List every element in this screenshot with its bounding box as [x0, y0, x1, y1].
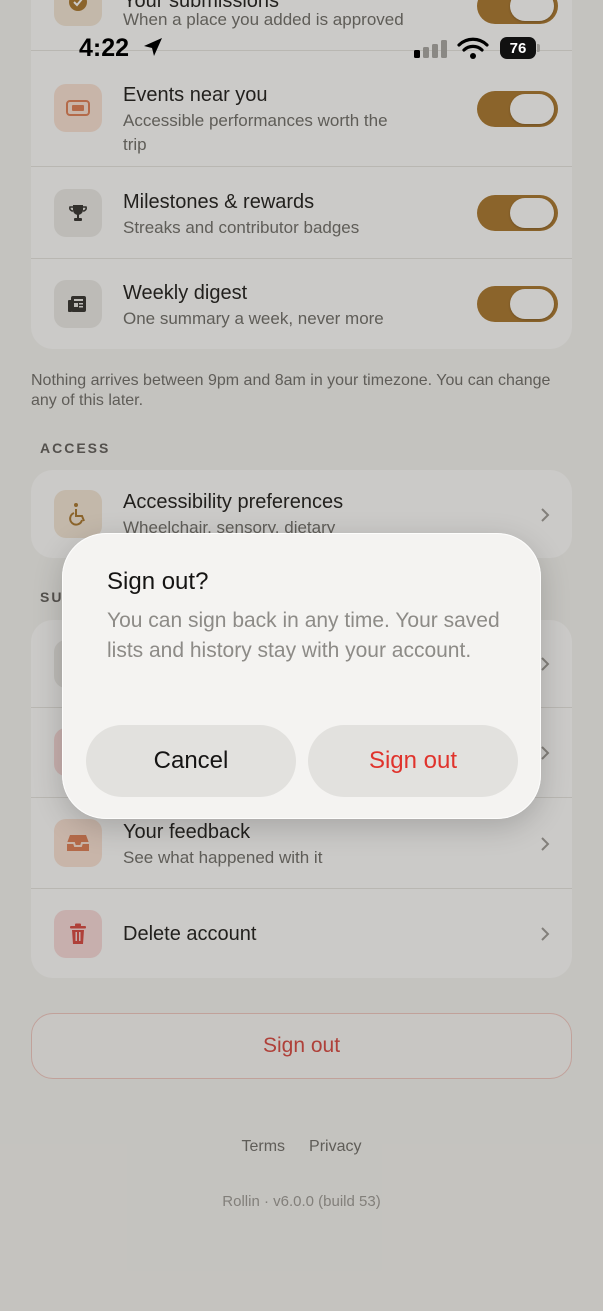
cancel-button[interactable]: Cancel	[86, 725, 296, 797]
dialog-title: Sign out?	[107, 568, 209, 595]
confirm-sign-out-button[interactable]: Sign out	[308, 725, 518, 797]
battery-icon: 76	[500, 37, 540, 59]
cellular-signal-icon	[414, 40, 448, 63]
status-time: 4:22	[79, 34, 130, 62]
battery-level: 76	[500, 37, 536, 59]
location-arrow-icon	[142, 36, 164, 63]
dialog-message: You can sign back in any time. Your save…	[107, 609, 500, 662]
battery-cap	[537, 44, 540, 52]
sign-out-dialog: Sign out? You can sign back in any time.…	[62, 533, 541, 819]
settings-screen: Your submissions When a place you added …	[0, 0, 603, 1311]
wifi-icon	[457, 37, 489, 64]
